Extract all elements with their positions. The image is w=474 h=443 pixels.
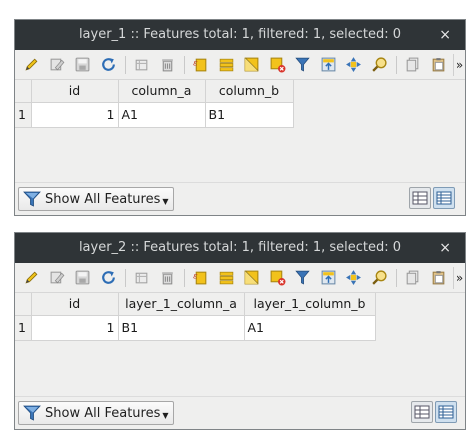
deselect-icon[interactable] [267, 54, 288, 75]
toolbar-overflow-button[interactable]: » [453, 53, 465, 76]
toolbar-separator [396, 55, 397, 74]
filter-icon[interactable] [292, 54, 313, 75]
table-cell[interactable]: B1 [205, 102, 294, 128]
column-header[interactable]: layer_1_column_b [244, 293, 376, 316]
move-selection-to-top-icon[interactable] [318, 54, 339, 75]
filter-icon[interactable] [292, 267, 313, 288]
form-view-button[interactable] [409, 187, 431, 209]
delete-icon[interactable] [157, 54, 178, 75]
column-header[interactable]: id [31, 293, 119, 316]
column-header[interactable]: column_b [205, 80, 294, 103]
window-title: layer_1 :: Features total: 1, filtered: … [78, 27, 402, 42]
column-header[interactable]: column_a [118, 80, 206, 103]
select-by-expression-icon[interactable]: ε [190, 267, 211, 288]
table-view-button[interactable] [435, 401, 457, 423]
attribute-table: id layer_1_column_a layer_1_column_b 1 1… [15, 293, 465, 399]
show-all-features-label: Show All Features [45, 191, 161, 207]
row-header[interactable]: 1 [15, 315, 32, 341]
copy-icon[interactable] [402, 267, 423, 288]
table-row[interactable]: 1 1 B1 A1 [15, 315, 376, 341]
filter-icon [23, 405, 41, 421]
paste-icon[interactable] [428, 54, 449, 75]
form-view-button[interactable] [411, 401, 433, 423]
table-cell[interactable]: A1 [244, 315, 376, 341]
table-view-button[interactable] [433, 187, 455, 209]
attribute-table-window-layer-2: layer_2 :: Features total: 1, filtered: … [14, 232, 466, 430]
svg-text:ε: ε [193, 59, 198, 69]
invert-selection-icon[interactable] [241, 54, 262, 75]
toolbar-separator [396, 268, 397, 287]
show-all-features-label: Show All Features [45, 405, 161, 421]
attribute-toolbar: ε » [15, 50, 465, 80]
multi-edit-icon[interactable] [47, 54, 68, 75]
column-header[interactable]: id [31, 80, 119, 103]
toolbar-overflow-button[interactable]: » [453, 266, 465, 289]
attribute-table: id column_a column_b 1 1 A1 B1 [15, 80, 465, 185]
toolbar-separator [125, 55, 126, 74]
deselect-icon[interactable] [267, 267, 288, 288]
edit-pencil-icon[interactable] [21, 54, 42, 75]
attribute-table-window-layer-1: layer_1 :: Features total: 1, filtered: … [14, 19, 466, 216]
table-view-icon [438, 405, 454, 419]
toolbar-separator [125, 268, 126, 287]
chevron-down-icon: ▼ [162, 410, 169, 420]
form-view-icon [414, 405, 430, 419]
reload-icon[interactable] [98, 54, 119, 75]
select-all-icon[interactable] [216, 267, 237, 288]
add-feature-icon[interactable] [131, 54, 152, 75]
table-cell[interactable]: 1 [31, 102, 119, 128]
table-cell[interactable]: A1 [118, 102, 206, 128]
form-view-icon [412, 191, 428, 205]
edit-pencil-icon[interactable] [21, 267, 42, 288]
reload-icon[interactable] [98, 267, 119, 288]
attribute-grid: id column_a column_b 1 1 A1 B1 [15, 80, 294, 128]
filter-icon [23, 191, 41, 207]
table-row[interactable]: 1 1 A1 B1 [15, 102, 294, 128]
show-all-features-button[interactable]: Show All Features ▼ [18, 187, 174, 211]
save-icon[interactable] [72, 54, 93, 75]
invert-selection-icon[interactable] [241, 267, 262, 288]
paste-icon[interactable] [428, 267, 449, 288]
zoom-to-selected-icon[interactable] [369, 54, 390, 75]
close-icon[interactable]: × [439, 20, 451, 50]
select-by-expression-icon[interactable]: ε [190, 54, 211, 75]
delete-icon[interactable] [157, 267, 178, 288]
copy-icon[interactable] [402, 54, 423, 75]
window-titlebar[interactable]: layer_2 :: Features total: 1, filtered: … [15, 233, 465, 263]
column-header[interactable]: layer_1_column_a [118, 293, 245, 316]
table-header-row: id column_a column_b [15, 80, 294, 103]
pan-to-selected-icon[interactable] [343, 267, 364, 288]
close-icon[interactable]: × [439, 233, 451, 263]
multi-edit-icon[interactable] [47, 267, 68, 288]
window-titlebar[interactable]: layer_1 :: Features total: 1, filtered: … [15, 20, 465, 50]
attribute-grid: id layer_1_column_a layer_1_column_b 1 1… [15, 293, 376, 341]
bottom-bar: Show All Features ▼ [15, 396, 465, 429]
show-all-features-button[interactable]: Show All Features ▼ [18, 401, 174, 425]
chevron-down-icon: ▼ [162, 196, 169, 206]
save-icon[interactable] [72, 267, 93, 288]
row-header[interactable]: 1 [15, 102, 32, 128]
table-header-row: id layer_1_column_a layer_1_column_b [15, 293, 376, 316]
zoom-to-selected-icon[interactable] [369, 267, 390, 288]
move-selection-to-top-icon[interactable] [318, 267, 339, 288]
select-all-icon[interactable] [216, 54, 237, 75]
table-corner[interactable] [15, 80, 32, 103]
table-corner[interactable] [15, 293, 32, 316]
table-view-icon [436, 191, 452, 205]
toolbar-separator [184, 55, 185, 74]
svg-text:ε: ε [193, 272, 198, 282]
toolbar-separator [184, 268, 185, 287]
window-title: layer_2 :: Features total: 1, filtered: … [78, 240, 402, 255]
add-feature-icon[interactable] [131, 267, 152, 288]
table-cell[interactable]: B1 [118, 315, 245, 341]
attribute-toolbar: ε » [15, 263, 465, 293]
table-cell[interactable]: 1 [31, 315, 119, 341]
bottom-bar: Show All Features ▼ [15, 182, 465, 215]
pan-to-selected-icon[interactable] [343, 54, 364, 75]
